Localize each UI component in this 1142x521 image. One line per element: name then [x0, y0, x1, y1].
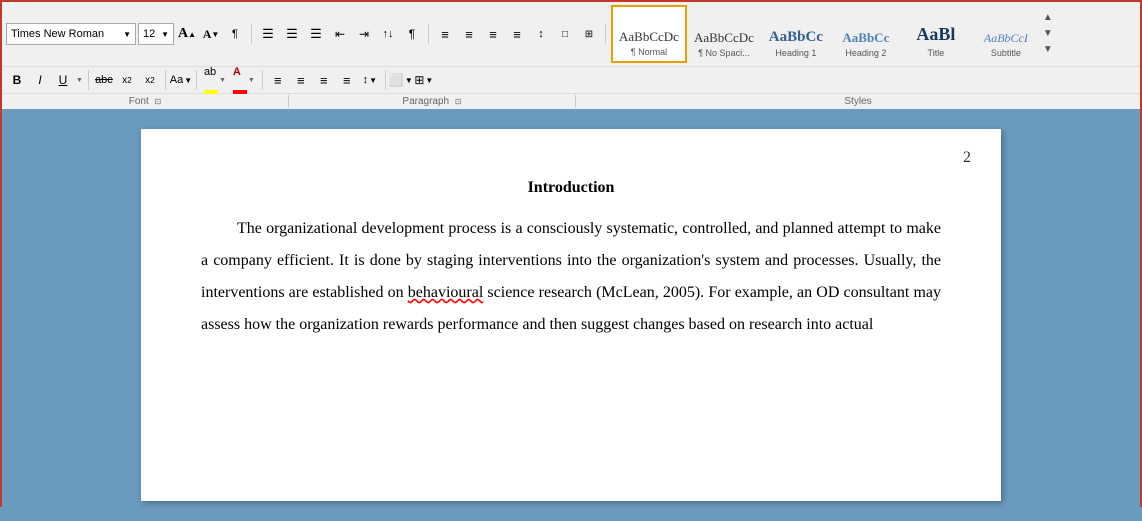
styles-group-label: Styles: [576, 95, 1140, 108]
separator2: [428, 24, 429, 44]
font-group-label: Font ⊡: [2, 95, 289, 108]
separator1: [251, 24, 252, 44]
style-subtitle[interactable]: AaBbCcI Subtitle: [971, 5, 1041, 63]
sep4: [88, 70, 89, 90]
style-no-spacing[interactable]: AaBbCcDc ¶ No Spaci...: [687, 5, 761, 63]
ribbon: Times New Roman ▼ 12 ▼ A▲ A▼ ¶ ☰ ☰ ☰ ⇤ ⇥…: [2, 2, 1140, 109]
bold-button[interactable]: B: [6, 69, 28, 91]
align-left-btn2[interactable]: ≡: [267, 69, 289, 91]
font-size-selector[interactable]: 12 ▼: [138, 23, 174, 45]
align-center-btn2[interactable]: ≡: [290, 69, 312, 91]
align-right-btn2[interactable]: ≡: [313, 69, 335, 91]
sep6: [196, 70, 197, 90]
toolbar-row2: B I U ▼ abc x2 x2 Aa▼ ab ▼ A ▼ ≡ ≡ ≡ ≡ ↕…: [2, 67, 1140, 93]
align-center-button[interactable]: ≡: [458, 23, 480, 45]
styles-scroll: ▲ ▼ ▼: [1041, 5, 1055, 63]
numbering-button[interactable]: ☰: [281, 23, 303, 45]
styles-area: AaBbCcDc ¶ Normal AaBbCcDc ¶ No Spaci...…: [611, 5, 1136, 63]
document-area: 2 Introduction The organizational develo…: [2, 109, 1140, 521]
bullets-button[interactable]: ☰: [257, 23, 279, 45]
increase-indent-button[interactable]: ⇥: [353, 23, 375, 45]
highlight-button[interactable]: ab ▼: [201, 69, 229, 91]
style-heading2[interactable]: AaBbCc Heading 2: [831, 5, 901, 63]
sort-button[interactable]: ↑↓: [377, 23, 399, 45]
toolbar-labels: Font ⊡ Paragraph ⊡ Styles: [2, 93, 1140, 109]
sep5: [165, 70, 166, 90]
clear-format-button[interactable]: ¶: [224, 23, 246, 45]
style-title[interactable]: AaBl Title: [901, 5, 971, 63]
subscript-button[interactable]: x2: [116, 69, 138, 91]
font-color-dropdown[interactable]: ▼: [248, 76, 255, 84]
strikethrough-button[interactable]: abc: [93, 69, 115, 91]
shading-button[interactable]: □: [554, 23, 576, 45]
line-spacing-btn2[interactable]: ↕▼: [359, 69, 381, 91]
u-dropdown[interactable]: ▼: [76, 76, 83, 84]
grow-font-button[interactable]: A▲: [176, 23, 198, 45]
align-left-button[interactable]: ≡: [434, 23, 456, 45]
style-normal[interactable]: AaBbCcDc ¶ Normal: [611, 5, 687, 63]
paragraph-expand-icon[interactable]: ⊡: [455, 97, 462, 106]
justify-btn2[interactable]: ≡: [336, 69, 358, 91]
change-case-button[interactable]: Aa▼: [170, 69, 192, 91]
styles-scroll-down[interactable]: ▼: [1043, 26, 1053, 42]
superscript-button[interactable]: x2: [139, 69, 161, 91]
justify-button[interactable]: ≡: [506, 23, 528, 45]
font-name-selector[interactable]: Times New Roman ▼: [6, 23, 136, 45]
font-color-button[interactable]: A ▼: [230, 69, 258, 91]
align-right-button[interactable]: ≡: [482, 23, 504, 45]
borders-btn2[interactable]: ⊞▼: [413, 69, 435, 91]
paragraph-group-label: Paragraph ⊡: [289, 95, 576, 108]
multilevel-button[interactable]: ☰: [305, 23, 327, 45]
highlight-dropdown[interactable]: ▼: [219, 76, 226, 84]
separator3: [605, 24, 606, 44]
sep8: [385, 70, 386, 90]
shrink-font-button[interactable]: A▼: [200, 23, 222, 45]
font-name-dropdown-arrow[interactable]: ▼: [123, 30, 131, 39]
toolbar-row1: Times New Roman ▼ 12 ▼ A▲ A▼ ¶ ☰ ☰ ☰ ⇤ ⇥…: [2, 2, 1140, 67]
style-heading1[interactable]: AaBbCc Heading 1: [761, 5, 831, 63]
styles-scroll-up[interactable]: ▲: [1043, 10, 1053, 26]
italic-button[interactable]: I: [29, 69, 51, 91]
document-body[interactable]: The organizational development process i…: [201, 213, 941, 341]
borders-button[interactable]: ⊞: [578, 23, 600, 45]
font-size-dropdown-arrow[interactable]: ▼: [161, 30, 169, 39]
decrease-indent-button[interactable]: ⇤: [329, 23, 351, 45]
styles-more[interactable]: ▼: [1043, 42, 1053, 58]
sep7: [262, 70, 263, 90]
line-spacing-button[interactable]: ↕: [530, 23, 552, 45]
spell-check-word: behavioural: [408, 284, 484, 301]
underline-button[interactable]: U: [52, 69, 74, 91]
page-number: 2: [963, 149, 971, 167]
document-title[interactable]: Introduction: [201, 179, 941, 197]
shading-btn2[interactable]: ⬜▼: [390, 69, 412, 91]
document-page: 2 Introduction The organizational develo…: [141, 129, 1001, 501]
font-expand-icon[interactable]: ⊡: [155, 97, 162, 106]
show-marks-button[interactable]: ¶: [401, 23, 423, 45]
